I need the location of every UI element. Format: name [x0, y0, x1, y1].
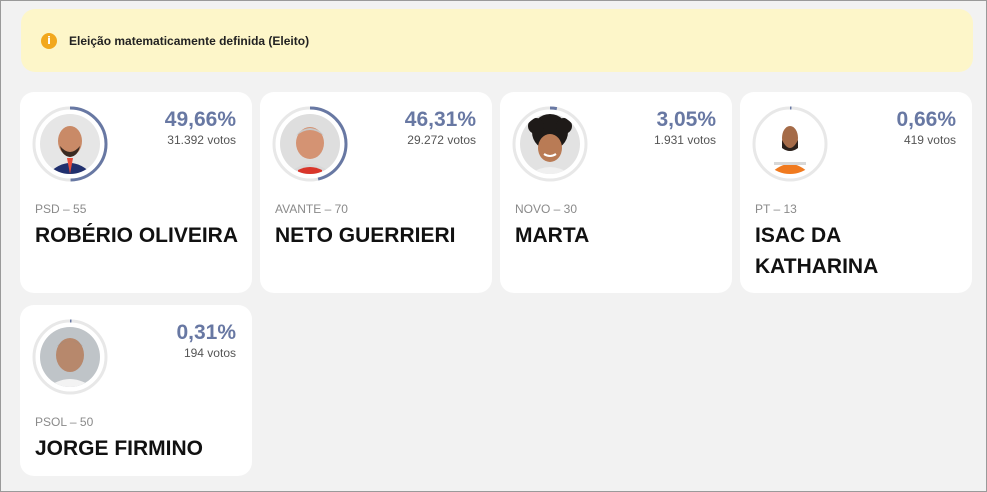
candidate-name: MARTA	[515, 224, 590, 247]
vote-count: 1.931 votos	[653, 133, 716, 147]
candidate-card[interactable]: 3,05% 1.931 votos NOVO – 30 MARTA	[500, 92, 732, 293]
candidate-photo	[40, 114, 100, 174]
candidate-avatar	[510, 104, 590, 184]
candidate-photo	[520, 114, 580, 174]
vote-count: 31.392 votos	[167, 133, 236, 147]
party-label: AVANTE – 70	[275, 202, 348, 216]
info-icon: i	[41, 32, 57, 49]
candidate-photo	[280, 114, 340, 174]
candidate-avatar	[30, 317, 110, 397]
results-panel: i Eleição matematicamente definida (Elei…	[0, 0, 987, 492]
vote-percentage: 49,66%	[164, 108, 236, 131]
candidate-name: ISAC DA KATHARINA	[755, 224, 879, 278]
candidate-avatar	[270, 104, 350, 184]
party-label: NOVO – 30	[515, 202, 578, 216]
elected-banner: i Eleição matematicamente definida (Elei…	[21, 9, 973, 72]
vote-count: 194 votos	[183, 346, 236, 360]
vote-percentage: 46,31%	[404, 108, 476, 131]
candidate-card[interactable]: 49,66% 31.392 votos PSD – 55 ROBÉRIO OLI…	[20, 92, 252, 293]
banner-text: Eleição matematicamente definida (Eleito…	[69, 33, 310, 48]
party-label: PT – 13	[755, 202, 797, 216]
candidate-avatar	[750, 104, 830, 184]
vote-percentage: 3,05%	[656, 108, 716, 131]
candidate-avatar	[30, 104, 110, 184]
candidate-card[interactable]: 0,66% 419 votos PT – 13 ISAC DA KATHARIN…	[740, 92, 972, 293]
candidate-card[interactable]: 46,31% 29.272 votos AVANTE – 70 NETO GUE…	[260, 92, 492, 293]
candidate-name: JORGE FIRMINO	[35, 437, 204, 460]
candidate-card[interactable]: 0,31% 194 votos PSOL – 50 JORGE FIRMINO	[20, 305, 252, 476]
vote-percentage: 0,31%	[176, 321, 236, 344]
vote-count: 29.272 votos	[407, 133, 476, 147]
candidate-photo	[760, 114, 820, 174]
party-label: PSD – 55	[35, 202, 87, 216]
party-label: PSOL – 50	[35, 415, 94, 429]
candidate-name: NETO GUERRIERI	[275, 224, 456, 247]
candidate-name: ROBÉRIO OLIVEIRA	[35, 224, 239, 247]
vote-count: 419 votos	[903, 133, 956, 147]
candidate-photo	[40, 327, 100, 387]
vote-percentage: 0,66%	[896, 108, 956, 131]
